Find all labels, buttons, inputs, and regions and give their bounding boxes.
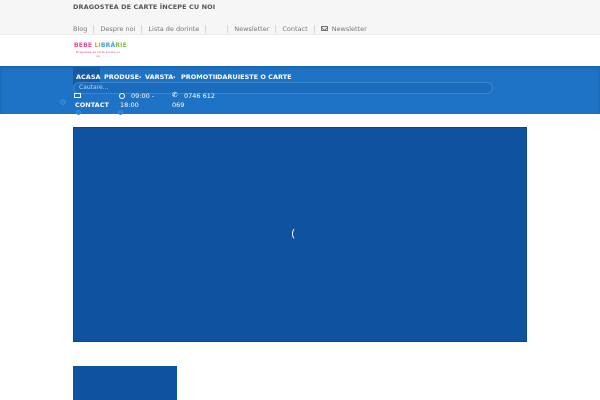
promo-block[interactable]	[73, 366, 177, 400]
hours-line-1: 09:00 -	[131, 92, 155, 100]
contact-link[interactable]: CONTACT	[75, 101, 109, 109]
nav-item-acasa[interactable]: ACASA	[76, 73, 101, 81]
phone-icon: ✆	[172, 91, 178, 99]
chevron-down-icon: ▾	[173, 74, 176, 80]
logo-wordmark: BEBE LIBRĂRIE	[74, 42, 127, 49]
newsletter-signup-link[interactable]: Newsletter	[315, 25, 373, 33]
top-bar: DRAGOSTEA DE CARTE ÎNCEPE CU NOI Blog De…	[0, 0, 600, 35]
hours-line-2: 18:00	[120, 101, 139, 109]
link-contact[interactable]: Contact	[276, 24, 315, 33]
site-tagline: DRAGOSTEA DE CARTE ÎNCEPE CU NOI	[73, 3, 216, 11]
newsletter-signup-label: Newsletter	[331, 24, 367, 33]
nav-item-daruieste-o-carte[interactable]: DARUIESTE O CARTE	[217, 73, 292, 81]
envelope-icon	[74, 93, 81, 98]
link-lista-de-dorinte[interactable]: Lista de dorinte	[142, 24, 207, 33]
logo-row: BEBE LIBRĂRIE Dragostea de carte incepe …	[0, 35, 600, 66]
link-despre-noi[interactable]: Despre noi	[94, 24, 143, 33]
logo-subtitle: Dragostea de carte incepe cu noi	[75, 50, 121, 58]
loading-spinner-icon: (	[291, 227, 296, 240]
envelope-icon	[320, 26, 328, 31]
nav-item-produse[interactable]: PRODUSE▾	[104, 73, 141, 81]
phone-line-1[interactable]: 0746 612	[184, 92, 215, 100]
decor-dot-icon	[118, 110, 123, 115]
hero-slider[interactable]	[73, 127, 527, 342]
clock-icon	[119, 93, 125, 99]
top-links-separator	[206, 24, 229, 33]
link-newsletter[interactable]: Newsletter	[228, 24, 277, 33]
search-placeholder: Cautare...	[79, 84, 109, 91]
link-blog[interactable]: Blog	[73, 24, 95, 33]
site-logo[interactable]: BEBE LIBRĂRIE Dragostea de carte incepe …	[74, 42, 127, 58]
main-navigation: Cautare... ACASA PRODUSE▾ VARSTA▾ PROMOT…	[0, 66, 600, 115]
phone-line-2[interactable]: 069	[172, 101, 184, 109]
top-links: Blog Despre noi Lista de dorinte Newslet…	[73, 24, 373, 33]
search-icon[interactable]	[60, 99, 66, 105]
nav-item-varsta[interactable]: VARSTA▾	[145, 73, 175, 81]
decor-dot-icon	[76, 110, 81, 115]
chevron-down-icon: ▾	[139, 74, 142, 80]
nav-item-promotii[interactable]: PROMOTII	[181, 73, 218, 81]
